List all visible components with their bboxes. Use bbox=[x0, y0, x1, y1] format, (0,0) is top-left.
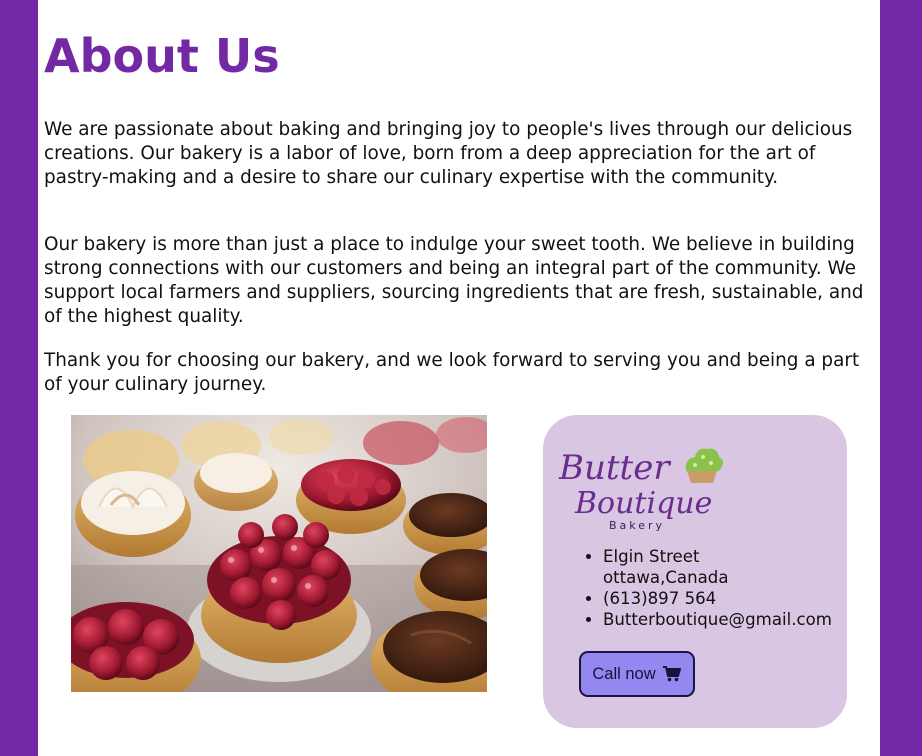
call-now-label: Call now bbox=[592, 664, 656, 683]
address-street: Elgin Street bbox=[603, 547, 700, 566]
pastries-photo bbox=[71, 415, 487, 692]
call-now-button[interactable]: Call now bbox=[579, 651, 695, 697]
about-paragraph-2: Our bakery is more than just a place to … bbox=[44, 234, 864, 327]
butter-boutique-logo: Butter Boutique Bakery bbox=[558, 448, 723, 532]
contact-card: Butter Boutique Bakery Elgin Street otta… bbox=[543, 415, 847, 728]
contact-phone: (613)897 564 bbox=[603, 588, 832, 609]
logo-text-butter: Butter bbox=[558, 448, 671, 488]
contact-email: Butterboutique@gmail.com bbox=[603, 609, 832, 630]
logo-text-boutique: Boutique bbox=[574, 486, 712, 521]
about-paragraph-3: Thank you for choosing our bakery, and w… bbox=[44, 350, 860, 395]
about-page: About Us We are passionate about baking … bbox=[38, 0, 880, 756]
page-title: About Us bbox=[44, 29, 280, 83]
about-paragraph-1: We are passionate about baking and bring… bbox=[44, 119, 853, 188]
logo-text-bakery: Bakery bbox=[609, 519, 665, 532]
contact-list: Elgin Street ottawa,Canada (613)897 564 … bbox=[603, 546, 832, 630]
address-city: ottawa,Canada bbox=[603, 568, 729, 587]
cart-icon bbox=[662, 666, 681, 682]
contact-address: Elgin Street ottawa,Canada bbox=[603, 546, 832, 588]
